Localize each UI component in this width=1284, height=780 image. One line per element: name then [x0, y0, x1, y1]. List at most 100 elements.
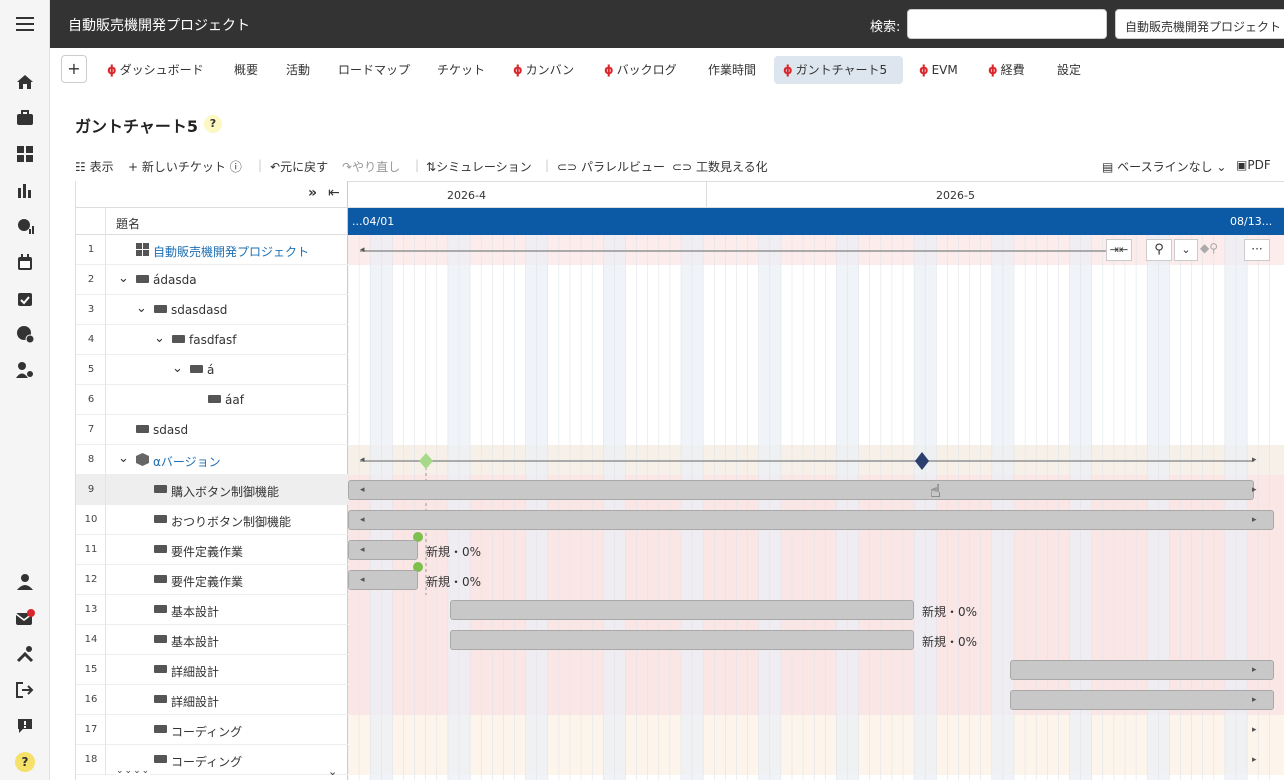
scroll-left-icon[interactable]: ◂	[360, 545, 365, 555]
row-title[interactable]: 購入ボタン制御機能	[171, 483, 279, 500]
row-title[interactable]: 基本設計	[171, 603, 219, 620]
tab-kanban[interactable]: ϕ カンバン	[504, 56, 583, 84]
table-row[interactable]: 2 ⌄ ádasda	[76, 265, 348, 295]
scroll-left-icon[interactable]: ◂	[360, 575, 365, 585]
row-title[interactable]: 自動販売機開発プロジェクト	[153, 243, 309, 260]
row-title[interactable]: áaf	[225, 393, 244, 407]
table-row[interactable]: 3 ⌄ sdasdasd	[76, 295, 348, 325]
row-title[interactable]: おつりボタン制御機能	[171, 513, 291, 530]
table-row[interactable]: 9 購入ボタン制御機能	[76, 475, 348, 505]
chevron-down-icon[interactable]: ⌄	[136, 301, 147, 316]
table-row[interactable]: 11 要件定義作業	[76, 535, 348, 565]
tab-overview[interactable]: 概要	[225, 56, 267, 84]
menu-icon[interactable]	[13, 12, 37, 36]
home-icon[interactable]	[13, 70, 37, 94]
scroll-left-icon[interactable]: ◂	[360, 245, 365, 255]
display-button[interactable]: ☷ 表示	[75, 158, 114, 175]
search-input[interactable]	[907, 9, 1107, 39]
zoom-in-icon[interactable]: ⚲	[1146, 239, 1172, 261]
scroll-right-icon[interactable]: ▸	[1252, 695, 1257, 705]
table-row[interactable]: 13 基本設計	[76, 595, 348, 625]
undo-button[interactable]: ↶元に戻す	[270, 158, 328, 175]
expand-down-icon[interactable]: ⌄	[328, 765, 337, 778]
table-row[interactable]: 4 ⌄ fasdfasf	[76, 325, 348, 355]
task-bar[interactable]	[348, 570, 418, 590]
tab-expenses[interactable]: ϕ 経費	[979, 56, 1034, 84]
task-bar[interactable]	[450, 630, 914, 650]
help-icon[interactable]: ?	[13, 750, 37, 774]
chevron-down-icon[interactable]: ⌄	[154, 331, 165, 346]
scroll-right-icon[interactable]: ▸	[1252, 485, 1257, 495]
table-row[interactable]: 16 詳細設計	[76, 685, 348, 715]
pdf-button[interactable]: ▣PDF	[1236, 158, 1271, 172]
task-bar[interactable]	[348, 510, 1274, 530]
table-row[interactable]: 14 基本設計	[76, 625, 348, 655]
table-row[interactable]: 5 ⌄ á	[76, 355, 348, 385]
row-title[interactable]: ádasda	[153, 273, 197, 287]
user-icon[interactable]	[13, 570, 37, 594]
row-title[interactable]: 基本設計	[171, 633, 219, 650]
scroll-right-icon[interactable]: ▸	[1252, 725, 1257, 735]
collapse-level-buttons[interactable]: ⌄⌄⌄⌄	[116, 766, 151, 776]
chevron-down-icon[interactable]: ⌄	[118, 271, 129, 286]
tab-roadmap[interactable]: ロードマップ	[329, 56, 419, 84]
task-bar[interactable]	[450, 600, 914, 620]
row-title[interactable]: 要件定義作業	[171, 543, 243, 560]
row-title[interactable]: á	[207, 363, 214, 377]
scroll-left-icon[interactable]: ◂	[360, 455, 365, 465]
baseline-dropdown[interactable]: ▤ ベースラインなし ⌄	[1102, 158, 1226, 175]
effort-view-toggle[interactable]: ⊂⊃ 工数見える化	[672, 158, 768, 175]
dashboard-icon[interactable]	[13, 142, 37, 166]
chevron-down-icon[interactable]: ⌄	[118, 451, 129, 466]
scroll-right-icon[interactable]: ▸	[1252, 665, 1257, 675]
row-title[interactable]: コーディング	[171, 753, 242, 770]
user-settings-icon[interactable]	[13, 358, 37, 382]
row-title[interactable]: 要件定義作業	[171, 573, 243, 590]
tab-settings[interactable]: 設定	[1048, 56, 1090, 84]
tab-dashboard[interactable]: ϕ ダッシュボード	[98, 56, 213, 84]
project-selector[interactable]: 自動販売機開発プロジェクト	[1115, 9, 1284, 39]
zoom-dropdown-icon[interactable]: ⌄	[1174, 239, 1198, 261]
row-title[interactable]: 詳細設計	[171, 663, 219, 680]
tab-evm[interactable]: ϕ EVM	[910, 56, 967, 84]
row-title[interactable]: sdasdasd	[171, 303, 227, 317]
row-title[interactable]: sdasd	[153, 423, 188, 437]
row-title[interactable]: コーディング	[171, 723, 242, 740]
tab-gantt5[interactable]: ϕ ガントチャート5	[774, 56, 903, 84]
tab-tickets[interactable]: チケット	[428, 56, 494, 84]
task-bar[interactable]	[1010, 660, 1274, 680]
feedback-icon[interactable]	[13, 714, 37, 738]
scroll-left-icon[interactable]: ◂	[360, 485, 365, 495]
fit-icon[interactable]: ⇥⇤	[1106, 239, 1132, 261]
mail-icon[interactable]	[13, 606, 37, 630]
tab-activity[interactable]: 活動	[277, 56, 319, 84]
chart-icon[interactable]	[13, 178, 37, 202]
help-badge[interactable]: ?	[204, 115, 222, 133]
collapse-panel-icon[interactable]: ⇤	[328, 185, 340, 201]
column-title-header[interactable]: 題名	[116, 215, 140, 232]
table-row[interactable]: 15 詳細設計	[76, 655, 348, 685]
logout-icon[interactable]	[13, 678, 37, 702]
scroll-right-icon[interactable]: ▸	[1252, 515, 1257, 525]
table-row[interactable]: 7 sdasd	[76, 415, 348, 445]
table-row[interactable]: 12 要件定義作業	[76, 565, 348, 595]
parallel-view-toggle[interactable]: ⊂⊃ パラレルビュー	[557, 158, 665, 175]
table-row[interactable]: 8 ⌄ αバージョン	[76, 445, 348, 475]
tab-timelog[interactable]: 作業時間	[699, 56, 765, 84]
chevron-down-icon[interactable]: ⌄	[172, 361, 183, 376]
calendar-check-icon[interactable]	[13, 286, 37, 310]
analytics-icon[interactable]	[13, 214, 37, 238]
row-title[interactable]: αバージョン	[153, 453, 221, 470]
new-ticket-button[interactable]: + 新しいチケット ⓘ	[128, 158, 242, 175]
table-row[interactable]: 10 おつりボタン制御機能	[76, 505, 348, 535]
expand-icon[interactable]: »	[308, 185, 317, 201]
tab-backlog[interactable]: ϕ バックログ	[595, 56, 686, 84]
calendar-icon[interactable]	[13, 250, 37, 274]
gantt-chart[interactable]: 2026-4 2026-5 ...04/01 08/13... 新規・0% 新規・…	[348, 181, 1284, 780]
scroll-right-icon[interactable]: ▸	[1252, 455, 1257, 465]
task-bar[interactable]	[348, 480, 1254, 500]
table-row[interactable]: 17 コーディング	[76, 715, 348, 745]
tools-icon[interactable]	[13, 642, 37, 666]
simulation-button[interactable]: ⇅シミュレーション	[426, 158, 532, 175]
scroll-left-icon[interactable]: ◂	[360, 515, 365, 525]
